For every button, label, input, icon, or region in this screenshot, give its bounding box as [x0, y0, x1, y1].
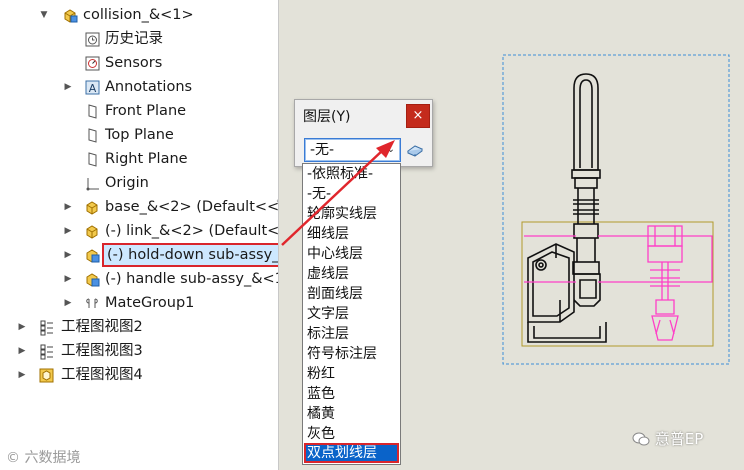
tree-item-collision[interactable]: ▼ collision_&<1>: [0, 3, 278, 27]
assembly-icon: [64, 9, 78, 23]
tree-item-label: MateGroup1: [105, 295, 195, 311]
collapse-arrow-icon[interactable]: ▼: [38, 3, 50, 27]
chevron-down-icon[interactable]: ⌄: [387, 139, 395, 161]
tree-item-label: Sensors: [105, 55, 163, 71]
expand-arrow-icon[interactable]: ▶: [62, 267, 74, 291]
tree-item-drawing-view-2[interactable]: ▶ 工程图视图2: [0, 315, 278, 339]
history-icon: [85, 32, 100, 47]
annotations-icon: A: [85, 80, 100, 95]
watermark-right-text: 意普EP: [654, 430, 704, 448]
expand-arrow-icon[interactable]: ▶: [62, 75, 74, 99]
tree-item-label: Origin: [105, 175, 149, 191]
tree-item-label: Top Plane: [105, 127, 174, 143]
tree-item-drawing-view-4[interactable]: ▶ 工程图视图4: [0, 363, 278, 387]
tree-item-label: collision_&<1>: [83, 7, 194, 23]
expand-arrow-icon[interactable]: ▶: [62, 243, 74, 267]
layer-combobox[interactable]: -无- ⌄: [304, 138, 401, 162]
scroll-indicator-icon: °: [276, 199, 278, 209]
layer-option[interactable]: -无-: [304, 184, 399, 204]
subassembly-icon: [86, 273, 100, 287]
origin-icon: [86, 178, 99, 191]
layer-option[interactable]: 灰色: [304, 424, 399, 444]
layer-properties-icon[interactable]: [406, 141, 424, 159]
layer-option[interactable]: 标注层: [304, 324, 399, 344]
tree-item-label: 工程图视图4: [61, 367, 143, 383]
layer-dropdown-list[interactable]: -依照标准- -无- 轮廓实线层 细线层 中心线层 虚线层 剖面线层 文字层 标…: [302, 163, 401, 465]
tree-item-hold-down-sub-assy[interactable]: ▶ (-) hold-down sub-assy_: [0, 243, 278, 267]
drawing-view-icon: [40, 344, 53, 360]
subassembly-icon: [86, 249, 100, 263]
layer-option[interactable]: 轮廓实线层: [304, 204, 399, 224]
tree-item-label: Annotations: [105, 79, 193, 95]
watermark-left: © 六数据境: [6, 450, 81, 466]
layer-option[interactable]: 粉红: [304, 364, 399, 384]
tree-item-annotations[interactable]: ▶ A Annotations: [0, 75, 278, 99]
expand-arrow-icon[interactable]: ▶: [62, 291, 74, 315]
layer-option[interactable]: 剖面线层: [304, 284, 399, 304]
part-icon: [86, 201, 98, 215]
layer-option[interactable]: 虚线层: [304, 264, 399, 284]
tree-item-label: base_&<2> (Default<<: [105, 199, 279, 215]
tree-item-origin[interactable]: Origin: [0, 171, 278, 195]
layer-option[interactable]: 蓝色: [304, 384, 399, 404]
layer-option[interactable]: 中心线层: [304, 244, 399, 264]
tree-item-history[interactable]: 历史记录: [0, 27, 278, 51]
plane-icon: [88, 152, 97, 167]
drawing-view-icon: [40, 320, 53, 336]
expand-arrow-icon[interactable]: ▶: [16, 339, 28, 363]
layer-option[interactable]: 符号标注层: [304, 344, 399, 364]
layer-option[interactable]: 文字层: [304, 304, 399, 324]
tree-item-front-plane[interactable]: Front Plane: [0, 99, 278, 123]
expand-arrow-icon[interactable]: ▶: [16, 315, 28, 339]
tree-item-label: 历史记录: [105, 31, 163, 47]
tree-item-label: 工程图视图2: [61, 319, 143, 335]
layer-option[interactable]: 橘黄: [304, 404, 399, 424]
tree-item-link[interactable]: ▶ (-) link_&<2> (Default<: [0, 219, 279, 243]
tree-item-handle-sub-assy[interactable]: ▶ (-) handle sub-assy_&<1: [0, 267, 279, 291]
tree-item-label: (-) handle sub-assy_&<1: [105, 271, 279, 287]
tree-item-label: (-) hold-down sub-assy_: [102, 243, 278, 267]
feature-manager-tree: ▼ collision_&<1> 历史记录 Sensors ▶ A Annota…: [0, 0, 279, 470]
tree-item-drawing-view-3[interactable]: ▶ 工程图视图3: [0, 339, 278, 363]
close-button[interactable]: ×: [406, 104, 430, 128]
layer-option[interactable]: -依照标准-: [304, 164, 399, 184]
tree-item-label: 工程图视图3: [61, 343, 143, 359]
plane-icon: [88, 128, 97, 143]
tree-item-sensors[interactable]: Sensors: [0, 51, 278, 75]
layer-option-highlighted[interactable]: 双点划线层: [304, 443, 399, 463]
sensors-icon: [85, 56, 100, 71]
expand-arrow-icon[interactable]: ▶: [62, 195, 74, 219]
mategroup-icon: [86, 298, 98, 308]
plane-icon: [88, 104, 97, 119]
wechat-icon: [632, 432, 650, 446]
svg-text:A: A: [89, 82, 97, 95]
layer-option[interactable]: 细线层: [304, 224, 399, 244]
part-icon: [86, 225, 98, 239]
drawing-view-icon: [39, 368, 54, 383]
tree-item-top-plane[interactable]: Top Plane: [0, 123, 278, 147]
expand-arrow-icon[interactable]: ▶: [16, 363, 28, 387]
expand-arrow-icon[interactable]: ▶: [62, 219, 74, 243]
layer-dialog: 图层(Y) × -无- ⌄: [294, 99, 433, 167]
tree-item-mategroup[interactable]: ▶ MateGroup1: [0, 291, 278, 315]
watermark-right: 意普EP: [632, 428, 703, 449]
dialog-title: 图层(Y): [303, 109, 351, 125]
tree-item-label: Front Plane: [105, 103, 187, 119]
tree-item-label: Right Plane: [105, 151, 188, 167]
tree-item-right-plane[interactable]: Right Plane: [0, 147, 278, 171]
layer-combobox-value: -无-: [310, 142, 335, 158]
tree-item-label: (-) link_&<2> (Default<: [105, 223, 279, 239]
tree-item-base[interactable]: ▶ base_&<2> (Default<<: [0, 195, 279, 219]
